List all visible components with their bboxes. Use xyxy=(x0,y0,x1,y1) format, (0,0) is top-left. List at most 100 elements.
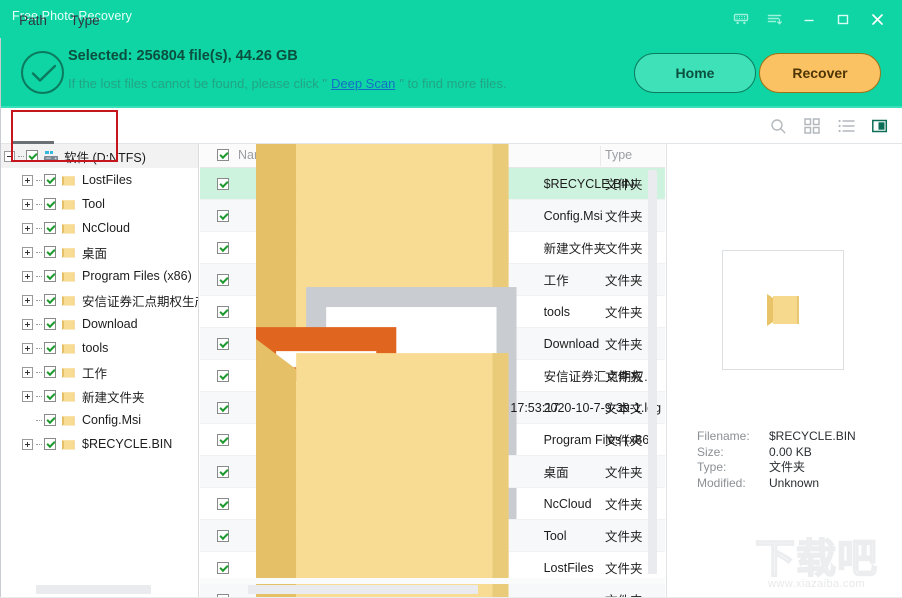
recover-button[interactable]: Recover xyxy=(759,53,881,93)
maximize-icon[interactable] xyxy=(826,0,860,38)
folder-icon xyxy=(62,367,75,378)
tree-item[interactable]: LostFiles xyxy=(0,168,198,192)
preview-pane-icon[interactable] xyxy=(870,116,890,136)
row-checkbox[interactable] xyxy=(217,305,229,318)
tree-checkbox[interactable] xyxy=(44,294,56,306)
preview-metadata: Filename: $RECYCLE.BIN Size: 0.00 KB Type: 文件… xyxy=(697,429,856,491)
tree-expander-icon[interactable] xyxy=(22,294,33,306)
row-checkbox[interactable] xyxy=(217,561,229,574)
tree-checkbox[interactable] xyxy=(44,414,56,426)
preview-field-value: $RECYCLE.BIN xyxy=(769,429,856,443)
tree-root-drive[interactable]: 软件 (D:NTFS) xyxy=(0,144,198,168)
folder-icon xyxy=(62,319,75,330)
tree-item[interactable]: Tool xyxy=(0,192,198,216)
tree-checkbox[interactable] xyxy=(44,222,56,234)
row-checkbox[interactable] xyxy=(217,465,229,478)
tree-expander-icon[interactable] xyxy=(22,366,33,378)
tree-checkbox[interactable] xyxy=(44,390,56,402)
tree-checkbox[interactable] xyxy=(44,366,56,378)
tree-connector xyxy=(36,347,42,349)
row-checkbox[interactable] xyxy=(217,177,229,190)
tree-checkbox[interactable] xyxy=(26,150,38,162)
tree-item-label: Download xyxy=(82,317,138,331)
row-checkbox[interactable] xyxy=(217,401,229,414)
tree-item[interactable]: Config.Msi xyxy=(0,408,198,432)
row-checkbox[interactable] xyxy=(217,497,229,510)
row-checkbox[interactable] xyxy=(217,369,229,382)
column-header-type[interactable]: Type xyxy=(605,148,632,162)
file-list-scroll-track xyxy=(200,578,665,584)
tree-item-label: tools xyxy=(82,341,109,355)
tree-expander-icon[interactable] xyxy=(22,174,33,186)
row-checkbox[interactable] xyxy=(217,209,229,222)
grid-view-icon[interactable] xyxy=(802,116,822,136)
preview-field-value: Unknown xyxy=(769,475,820,490)
row-checkbox[interactable] xyxy=(217,433,229,446)
tab-type[interactable]: Type xyxy=(62,5,108,35)
column-divider[interactable] xyxy=(600,146,601,166)
drive-icon xyxy=(44,150,58,161)
title-bar: Free Photo Recovery xyxy=(0,0,902,38)
search-icon[interactable] xyxy=(768,116,788,136)
minimize-icon[interactable] xyxy=(792,0,826,38)
tree-item[interactable]: 新建文件夹 xyxy=(0,384,198,408)
tree-item[interactable]: 桌面 xyxy=(0,240,198,264)
tree-connector xyxy=(36,203,42,205)
tree-checkbox[interactable] xyxy=(44,438,56,450)
tree-item[interactable]: NcCloud xyxy=(0,216,198,240)
close-icon[interactable] xyxy=(860,0,894,38)
tree-expander-icon[interactable] xyxy=(4,150,15,162)
tree-item[interactable]: 安信证券汇点期权生产系 xyxy=(0,288,198,312)
tree-item-label: $RECYCLE.BIN xyxy=(82,437,173,451)
folder-icon xyxy=(62,343,75,354)
folder-icon xyxy=(62,247,75,258)
tree-expander-icon[interactable] xyxy=(22,438,33,450)
list-view-icon[interactable] xyxy=(836,116,856,136)
tree-expander-icon[interactable] xyxy=(22,390,33,402)
row-checkbox[interactable] xyxy=(217,337,229,350)
tree-checkbox[interactable] xyxy=(44,246,56,258)
preview-field: Size: 0.00 KB xyxy=(697,445,856,461)
window-left-edge xyxy=(0,38,1,598)
tree-expander-icon[interactable] xyxy=(22,342,33,354)
view-mode-icons xyxy=(768,108,890,144)
tree-checkbox[interactable] xyxy=(44,318,56,330)
tree-item[interactable]: Download xyxy=(0,312,198,336)
select-all-checkbox[interactable] xyxy=(217,149,229,161)
window-controls xyxy=(724,0,894,38)
tree-item-label: 安信证券汇点期权生产系 xyxy=(82,294,198,309)
tree-item[interactable]: tools xyxy=(0,336,198,360)
tree-horizontal-scrollbar[interactable] xyxy=(36,585,151,594)
tree-expander-icon[interactable] xyxy=(22,198,33,210)
row-checkbox[interactable] xyxy=(217,241,229,254)
tree-root-label: 软件 (D:NTFS) xyxy=(64,150,146,165)
tree-item[interactable]: $RECYCLE.BIN xyxy=(0,432,198,456)
tree-expander-icon[interactable] xyxy=(22,222,33,234)
preview-field: Modified: Unknown xyxy=(697,476,856,492)
tree-expander-icon[interactable] xyxy=(22,318,33,330)
preview-field-value: 文件夹 xyxy=(769,460,806,474)
tree-checkbox[interactable] xyxy=(44,198,56,210)
row-checkbox[interactable] xyxy=(217,529,229,542)
cart-icon[interactable] xyxy=(724,0,758,38)
file-list-panel: Name Date Type $RECYCLE.BINUnknown文件夹Con… xyxy=(200,144,665,598)
tree-checkbox[interactable] xyxy=(44,342,56,354)
menu-icon[interactable] xyxy=(758,0,792,38)
tree-item[interactable]: 工作 xyxy=(0,360,198,384)
file-list-vertical-scrollbar[interactable] xyxy=(648,170,657,574)
deep-scan-link[interactable]: Deep Scan xyxy=(327,76,399,91)
tree-expander-icon[interactable] xyxy=(22,246,33,258)
preview-field-key: Modified: xyxy=(697,475,746,490)
tree-item[interactable]: Program Files (x86) xyxy=(0,264,198,288)
tree-checkbox[interactable] xyxy=(44,270,56,282)
tree-expander-icon[interactable] xyxy=(22,270,33,282)
tree-connector xyxy=(36,227,42,229)
selection-summary: Selected: 256804 file(s), 44.26 GB xyxy=(68,48,298,64)
row-checkbox[interactable] xyxy=(217,273,229,286)
view-toolbar xyxy=(0,108,902,144)
tree-item-label: Program Files (x86) xyxy=(82,269,192,283)
home-button[interactable]: Home xyxy=(634,53,756,93)
file-list-horizontal-scrollbar[interactable] xyxy=(248,585,478,594)
tab-path[interactable]: Path xyxy=(10,5,56,35)
tree-checkbox[interactable] xyxy=(44,174,56,186)
